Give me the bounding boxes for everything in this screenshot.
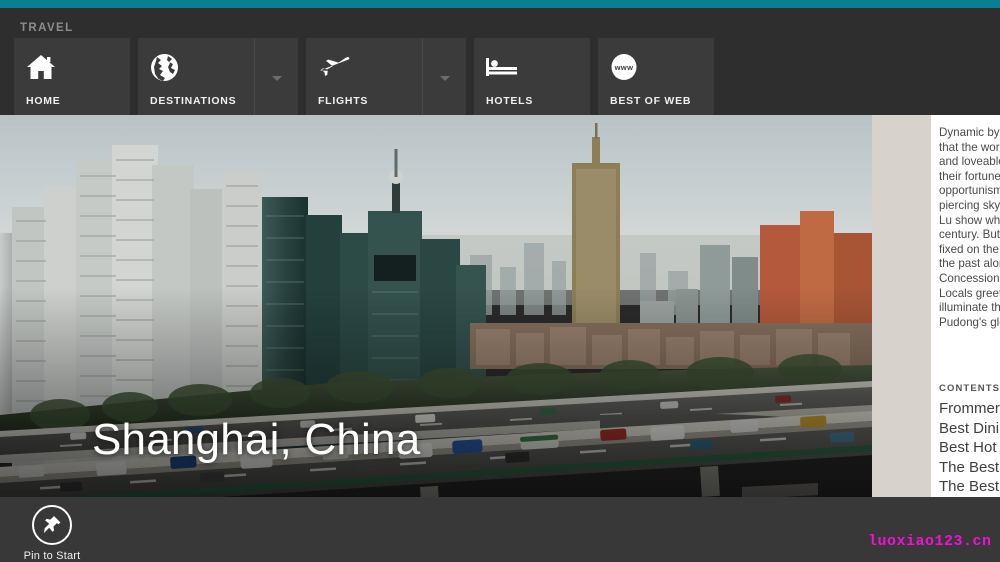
contents-item[interactable]: Best Dini xyxy=(939,419,1000,439)
main-navigation: HOME DESTINATIONS FLIGHTS HOTELS www BES… xyxy=(14,38,722,118)
nav-label-best-of-web: BEST OF WEB xyxy=(610,95,692,107)
nav-dropdown-flights[interactable] xyxy=(422,38,466,118)
pin-to-start-button[interactable]: Pin to Start xyxy=(14,505,90,562)
contents-item[interactable]: The Best xyxy=(939,458,1000,478)
article-panel[interactable]: Dynamic by that the wor and loveable the… xyxy=(931,115,1000,497)
globe-icon xyxy=(150,50,254,84)
nav-label-destinations: DESTINATIONS xyxy=(150,95,237,107)
nav-tile-best-of-web[interactable]: www BEST OF WEB xyxy=(598,38,714,118)
article-line: their fortune xyxy=(939,169,1000,183)
article-line: Locals greet xyxy=(939,286,1000,300)
nav-label-flights: FLIGHTS xyxy=(318,95,369,107)
article-line: Concession's xyxy=(939,271,1000,285)
article-line: century. But xyxy=(939,228,1000,242)
travel-app-window: TRAVEL HOME DESTINATIONS FLIGHTS HOTELS … xyxy=(0,0,1000,562)
article-line: opportunism xyxy=(939,184,1000,198)
home-icon xyxy=(26,50,130,84)
www-icon: www xyxy=(610,50,714,84)
contents-item[interactable]: The Best xyxy=(939,477,1000,497)
contents-heading: CONTENTS xyxy=(939,383,1000,394)
article-line: fixed on the xyxy=(939,242,999,256)
article-line: Lu show whe xyxy=(939,213,1000,227)
article-line: piercing skys xyxy=(939,198,1000,212)
hero-image-shanghai[interactable]: Shanghai, China xyxy=(0,115,872,497)
nav-dropdown-destinations[interactable] xyxy=(254,38,298,118)
nav-tile-flights[interactable]: FLIGHTS xyxy=(306,38,466,118)
nav-tile-hotels[interactable]: HOTELS xyxy=(474,38,590,118)
bottom-app-bar: Pin to Start xyxy=(0,497,1000,562)
pin-to-start-label: Pin to Start xyxy=(23,550,81,562)
watermark-text: luoxiao123.cn xyxy=(868,533,992,550)
chevron-down-icon xyxy=(271,76,282,81)
accent-bar xyxy=(0,0,1000,8)
article-line: and loveable xyxy=(939,155,1000,169)
nav-tile-destinations[interactable]: DESTINATIONS xyxy=(138,38,298,118)
nav-label-home: HOME xyxy=(26,95,61,107)
hero-destination-title: Shanghai, China xyxy=(92,415,421,464)
article-line: Pudong's gle xyxy=(939,315,1000,329)
contents-item[interactable]: Frommer xyxy=(939,399,1000,419)
contents-section: CONTENTS Frommer Best Dini Best Hot The … xyxy=(939,383,1000,497)
article-line: the past alon xyxy=(939,257,1000,271)
contents-item[interactable]: Best Hot xyxy=(939,438,1000,458)
pin-icon xyxy=(32,505,72,545)
airplane-icon xyxy=(318,50,422,84)
svg-text:www: www xyxy=(614,63,634,72)
chevron-down-icon xyxy=(439,76,450,81)
app-header: TRAVEL HOME DESTINATIONS FLIGHTS HOTELS … xyxy=(0,8,1000,118)
article-body: Dynamic by that the wor and loveable the… xyxy=(939,126,1000,330)
panel-gutter xyxy=(872,115,931,497)
nav-label-hotels: HOTELS xyxy=(486,95,534,107)
article-line: Dynamic by xyxy=(939,126,1000,139)
app-brand-title: TRAVEL xyxy=(20,22,74,34)
article-line: illuminate th xyxy=(939,301,1000,315)
bed-icon xyxy=(486,50,590,84)
nav-tile-home[interactable]: HOME xyxy=(14,38,130,118)
article-line: that the wor xyxy=(939,140,1000,154)
